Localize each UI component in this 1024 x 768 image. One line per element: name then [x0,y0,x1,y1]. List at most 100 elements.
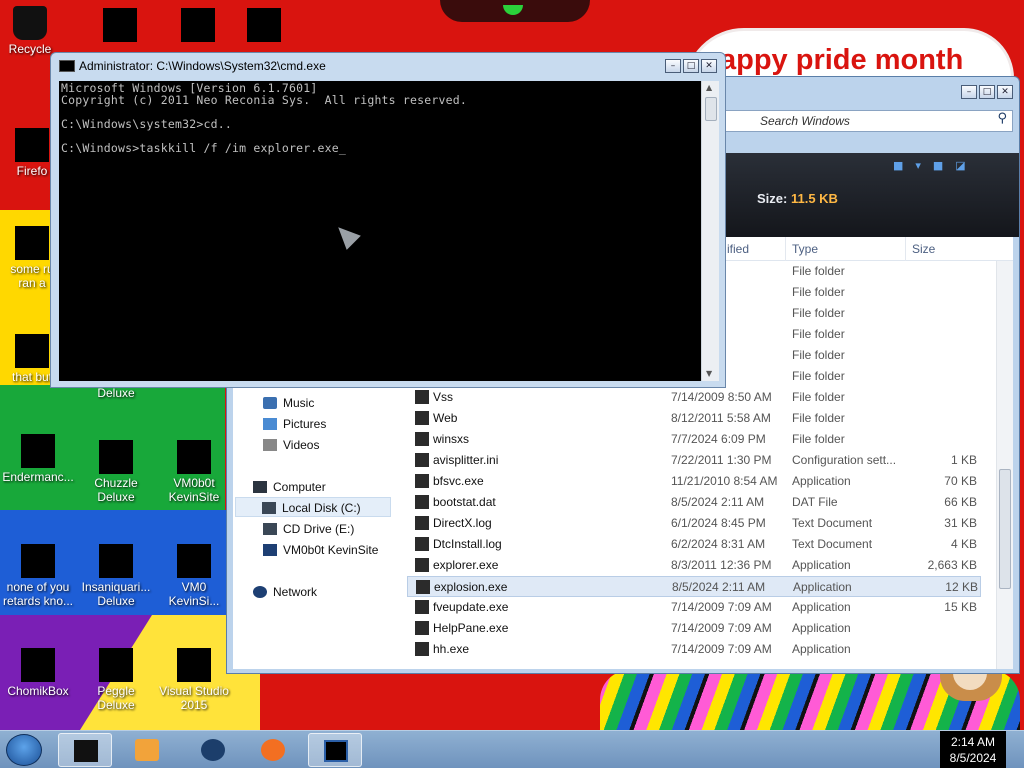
file-name: DtcInstall.log [433,537,502,551]
document-icon [15,334,49,368]
close-button[interactable]: ✕ [701,59,717,73]
insaniquarium-icon [99,544,133,578]
file-row[interactable]: HelpPane.exe 7/14/2009 7:09 AM Application [407,618,981,639]
document-icon [21,544,55,578]
search-icon[interactable]: ⚲ [997,111,1007,126]
nav-item-vm0b0t-kevinsite[interactable]: VM0b0t KevinSite [263,540,378,560]
cmd-window[interactable]: Administrator: C:\Windows\System32\cmd.e… [50,52,726,388]
file-icon [415,495,429,509]
desktop-icon-top-3[interactable] [162,8,234,44]
nav-item-computer[interactable]: Computer [253,477,326,497]
column-date-modified[interactable]: ified [727,242,749,256]
app-icon [181,8,215,42]
file-date: 7/14/2009 7:09 AM [671,642,772,656]
maximize-button[interactable]: □ [979,85,995,99]
desktop-icon-endermance[interactable]: Endermanc... [2,434,74,484]
file-size: 31 KB [944,516,977,530]
taskbar-item-globe[interactable] [186,733,240,767]
start-button[interactable] [6,734,42,766]
file-date: 8/3/2011 12:36 PM [671,558,772,572]
desktop-icon-deluxe-hidden[interactable]: Deluxe [80,386,152,400]
search-input[interactable]: Search Windows [713,110,1013,132]
address-search-row: ▼ Search Windows ⚲ [707,109,1015,133]
nav-item-videos[interactable]: Videos [263,435,319,455]
file-row[interactable]: Web 8/12/2011 5:58 AM File folder [407,408,981,429]
desktop-icon-vm0b0t-kevinsite[interactable]: VM0b0t KevinSite [158,440,230,504]
file-name: explorer.exe [433,558,499,572]
file-type: Text Document [792,537,873,551]
nav-item-music[interactable]: Music [263,393,314,413]
file-type: File folder [792,327,845,341]
nav-item-local-disk[interactable]: Local Disk (C:) [235,497,391,517]
vertical-scrollbar[interactable] [996,261,1013,669]
console-output[interactable]: Microsoft Windows [Version 6.1.7601] Cop… [59,81,701,381]
desktop-icon-top-4[interactable] [228,8,300,44]
column-type[interactable]: Type [792,242,818,256]
scrollbar-thumb[interactable] [999,469,1011,589]
close-button[interactable]: ✕ [997,85,1013,99]
desktop-icon-recycle-bin[interactable]: Recycle [0,6,66,56]
file-date: 8/5/2024 2:11 AM [672,580,766,594]
file-size: 70 KB [944,474,977,488]
taskbar-item-1[interactable] [58,733,112,767]
system-clock[interactable]: 2:14 AM 8/5/2024 [940,731,1006,768]
file-icon [415,390,429,404]
file-icon [415,642,429,656]
nav-item-cd-drive[interactable]: CD Drive (E:) [263,519,354,539]
file-date: 8/5/2024 2:11 AM [671,495,765,509]
file-row[interactable]: explosion.exe 8/5/2024 2:11 AM Application… [407,576,981,597]
file-row[interactable]: fveupdate.exe 7/14/2009 7:09 AM Applicatio… [407,597,981,618]
desktop-icon-vm0-kevinsite[interactable]: VM0 KevinSi... [158,544,230,608]
view-options-icon[interactable]: ■▾■◪ [893,159,978,172]
desktop-icon-none-of-you[interactable]: none of you retards kno... [2,544,74,608]
nav-item-pictures[interactable]: Pictures [263,414,326,434]
file-icon [415,537,429,551]
scroll-down-arrow[interactable]: ▼ [706,369,712,378]
file-type: File folder [792,432,845,446]
file-row[interactable]: bootstat.dat 8/5/2024 2:11 AM DAT File 66 K… [407,492,981,513]
file-icon [415,474,429,488]
recycle-bin-icon [13,6,47,40]
folder-icon [103,8,137,42]
clock-time: 2:14 AM [950,735,996,749]
file-date: 8/12/2011 5:58 AM [671,411,771,425]
globe-icon [201,739,225,761]
file-type: Application [792,621,851,635]
maximize-button[interactable]: □ [683,59,699,73]
cmd-title-bar[interactable]: Administrator: C:\Windows\System32\cmd.e… [59,59,326,73]
file-icon [415,453,429,467]
file-name: Vss [433,390,454,404]
file-row[interactable]: explorer.exe 8/3/2011 12:36 PM Application… [407,555,981,576]
desktop-icon-chomikbox[interactable]: ChomikBox [2,648,74,698]
file-row[interactable]: DirectX.log 6/1/2024 8:45 PM Text Document… [407,513,981,534]
taskbar-item-cmd[interactable] [308,733,362,767]
scrollbar-thumb[interactable] [705,97,717,121]
network-drive-icon [263,544,277,556]
file-type: Application [792,558,851,572]
file-size: 66 KB [944,495,977,509]
taskbar-item-media-player[interactable] [120,733,174,767]
desktop-icon-insaniquarium[interactable]: Insaniquari... Deluxe [80,544,152,608]
minimize-button[interactable]: – [665,59,681,73]
file-row[interactable]: avisplitter.ini 7/22/2011 1:30 PM Configur… [407,450,981,471]
file-row[interactable]: winsxs 7/7/2024 6:09 PM File folder [407,429,981,450]
desktop-icon-chuzzle-deluxe[interactable]: Chuzzle Deluxe [80,440,152,504]
file-type: File folder [792,285,845,299]
cmd-scrollbar[interactable]: ▲ ▼ [701,81,719,381]
file-row[interactable]: DtcInstall.log 6/2/2024 8:31 AM Text Docum… [407,534,981,555]
chuzzle-icon [99,440,133,474]
file-row[interactable]: bfsvc.exe 11/21/2010 8:54 AM Application 70… [407,471,981,492]
column-size[interactable]: Size [912,242,935,256]
taskbar-item-firefox[interactable] [246,733,300,767]
file-type: Application [792,600,851,614]
nav-item-network[interactable]: Network [253,582,317,602]
desktop-icon-visual-studio[interactable]: Visual Studio 2015 [158,648,230,712]
file-icon [415,621,429,635]
desktop-icon-peggle-deluxe[interactable]: Peggle Deluxe [80,648,152,712]
file-type: File folder [792,390,845,404]
minimize-button[interactable]: – [961,85,977,99]
file-row[interactable]: Vss 7/14/2009 8:50 AM File folder [407,387,981,408]
scroll-up-arrow[interactable]: ▲ [706,83,712,92]
desktop-icon-top-2[interactable] [84,8,156,44]
file-row[interactable]: hh.exe 7/14/2009 7:09 AM Application [407,639,981,660]
